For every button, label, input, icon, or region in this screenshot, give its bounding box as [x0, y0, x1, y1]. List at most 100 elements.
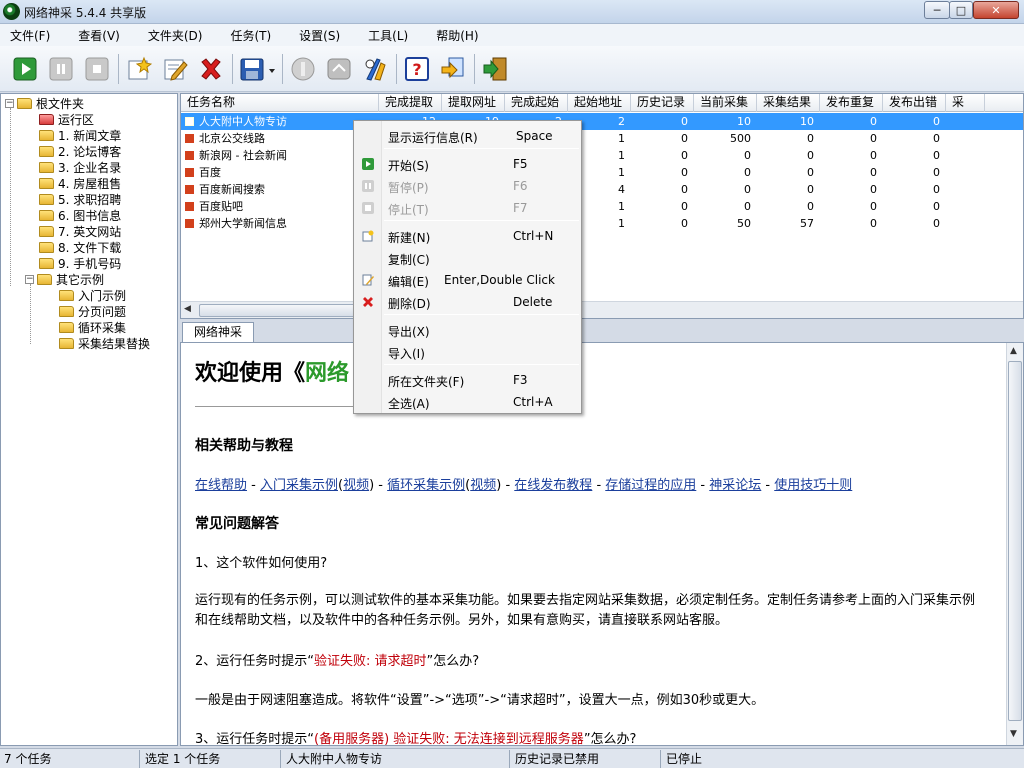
link-intro-example[interactable]: 入门采集示例 — [260, 478, 338, 493]
menu-settings[interactable]: 设置(S) — [295, 27, 344, 44]
column-header[interactable]: 提取网址 — [442, 94, 505, 112]
link-video[interactable]: 视频 — [470, 478, 496, 493]
export-button[interactable] — [324, 54, 354, 84]
scroll-thumb[interactable] — [1008, 361, 1022, 721]
start-button[interactable] — [10, 54, 40, 84]
context-menu-item[interactable]: 导入(I) — [356, 341, 579, 363]
minimize-button[interactable]: ─ — [924, 1, 950, 19]
collapse-icon[interactable]: − — [25, 274, 34, 284]
wizard-button[interactable] — [438, 54, 468, 84]
table-row[interactable]: 北京公交线路 1 0 500 0 0 0 — [181, 130, 1023, 147]
exit-button[interactable] — [480, 54, 510, 84]
column-header[interactable]: 起始地址 — [568, 94, 631, 112]
tree-item[interactable]: 1. 新闻文章 — [39, 127, 121, 143]
table-cell: 0 — [807, 166, 814, 179]
link-video[interactable]: 视频 — [343, 478, 369, 493]
table-cell: 0 — [933, 115, 940, 128]
context-menu-item[interactable]: 暂停(P) F6 — [356, 175, 579, 197]
link-publish-tutorial[interactable]: 在线发布教程 — [514, 478, 592, 493]
delete-task-button[interactable] — [196, 54, 226, 84]
menu-help[interactable]: 帮助(H) — [432, 27, 482, 44]
column-header[interactable]: 历史记录 — [631, 94, 694, 112]
context-menu-item[interactable]: 所在文件夹(F) F3 — [356, 369, 579, 391]
context-menu-item[interactable]: 导出(X) — [356, 319, 579, 341]
tree-item-label: 入门示例 — [78, 288, 127, 303]
tree-item[interactable]: 9. 手机号码 — [39, 255, 121, 271]
table-cell: 0 — [744, 166, 751, 179]
menu-view[interactable]: 查看(V) — [74, 27, 124, 44]
edit-task-icon — [164, 59, 188, 81]
stop-button[interactable] — [82, 54, 112, 84]
link-loop-example[interactable]: 循环采集示例 — [387, 478, 465, 493]
tree-item-label: 4. 房屋租售 — [58, 176, 122, 191]
menu-tools[interactable]: 工具(L) — [364, 27, 412, 44]
help-button[interactable]: ? — [402, 54, 432, 84]
link-tips[interactable]: 使用技巧十则 — [774, 478, 852, 493]
maximize-button[interactable]: □ — [949, 1, 973, 19]
tree-item-other[interactable]: − 其它示例 — [25, 271, 104, 287]
tree-item[interactable]: 8. 文件下载 — [39, 239, 121, 255]
scroll-down-icon[interactable]: ▼ — [1010, 729, 1017, 739]
table-cell: 0 — [933, 200, 940, 213]
tab-browser[interactable]: 网络神采 — [182, 322, 254, 343]
table-row[interactable]: 百度新闻搜索 4 0 0 0 0 0 — [181, 181, 1023, 198]
tree-item[interactable]: 5. 求职招聘 — [39, 191, 121, 207]
tree-item[interactable]: 采集结果替换 — [59, 335, 150, 351]
save-button[interactable] — [238, 54, 278, 84]
link-online-help[interactable]: 在线帮助 — [195, 478, 247, 493]
table-row[interactable]: 百度 1 0 0 0 0 0 — [181, 164, 1023, 181]
tree-item-label: 3. 企业名录 — [58, 160, 122, 175]
column-header[interactable]: 完成提取 — [379, 94, 442, 112]
tree-item[interactable]: 4. 房屋租售 — [39, 175, 121, 191]
context-menu-item[interactable]: 停止(T) F7 — [356, 197, 579, 219]
edit-task-button[interactable] — [160, 54, 190, 84]
horizontal-scrollbar[interactable]: ◀ — [181, 301, 1023, 318]
task-name: 人大附中人物专访 — [199, 115, 287, 128]
new-task-button[interactable] — [124, 54, 154, 84]
tools-button[interactable] — [360, 54, 390, 84]
column-header[interactable]: 完成起始 — [505, 94, 568, 112]
link-stored-procedure[interactable]: 存储过程的应用 — [605, 478, 696, 493]
close-button[interactable]: ✕ — [973, 1, 1019, 19]
table-row[interactable]: 新浪网 - 社会新闻 1 0 0 0 0 0 — [181, 147, 1023, 164]
tree-root[interactable]: − 根文件夹 — [5, 95, 84, 111]
context-menu-item[interactable]: 开始(S) F5 — [356, 153, 579, 175]
column-header[interactable]: 发布重复 — [820, 94, 883, 112]
tree-item[interactable]: 入门示例 — [59, 287, 126, 303]
column-header[interactable]: 采集结果 — [757, 94, 820, 112]
context-menu-item[interactable]: 复制(C) — [356, 247, 579, 269]
context-menu-item[interactable]: 全选(A) Ctrl+A — [356, 391, 579, 413]
vertical-scrollbar[interactable]: ▲ ▼ — [1006, 343, 1023, 745]
context-menu-item[interactable]: 新建(N) Ctrl+N — [356, 225, 579, 247]
folder-icon — [59, 337, 74, 349]
tree-item-running[interactable]: 运行区 — [39, 111, 94, 127]
menu-file[interactable]: 文件(F) — [6, 27, 54, 44]
tree-item[interactable]: 7. 英文网站 — [39, 223, 121, 239]
context-menu-item[interactable]: 编辑(E) Enter,Double Click — [356, 269, 579, 291]
context-menu-item[interactable]: 显示运行信息(R) Space — [356, 125, 579, 147]
menu-task[interactable]: 任务(T) — [226, 27, 275, 44]
folder-icon — [59, 305, 74, 317]
link-forum[interactable]: 神采论坛 — [709, 478, 761, 493]
scroll-up-icon[interactable]: ▲ — [1010, 346, 1017, 356]
q3-suffix: ”怎么办? — [583, 732, 637, 746]
tree-item[interactable]: 分页问题 — [59, 303, 126, 319]
tree-item[interactable]: 循环采集 — [59, 319, 126, 335]
column-header[interactable]: 当前采集 — [694, 94, 757, 112]
table-row[interactable]: 人大附中人物专访1219220101000 — [181, 113, 1023, 130]
table-row[interactable]: 百度贴吧 1 0 0 0 0 0 — [181, 198, 1023, 215]
pause-button[interactable] — [46, 54, 76, 84]
table-row[interactable]: 郑州大学新闻信息 1 0 50 57 0 0 — [181, 215, 1023, 232]
tree-item[interactable]: 2. 论坛博客 — [39, 143, 121, 159]
collapse-icon[interactable]: − — [5, 98, 14, 108]
scroll-left-icon[interactable]: ◀ — [184, 304, 191, 314]
menu-folder[interactable]: 文件夹(D) — [144, 27, 207, 44]
faq-answer-2: 一般是由于网速阻塞造成。将软件“设置”->“选项”->“请求超时”，设置大一点，… — [195, 693, 765, 708]
publish-button[interactable] — [288, 54, 318, 84]
tree-item[interactable]: 3. 企业名录 — [39, 159, 121, 175]
context-menu-item[interactable]: 删除(D) Delete — [356, 291, 579, 313]
tree-item[interactable]: 6. 图书信息 — [39, 207, 121, 223]
column-header[interactable]: 采 — [946, 94, 985, 112]
column-header[interactable]: 发布出错 — [883, 94, 946, 112]
column-header[interactable]: 任务名称 — [181, 94, 379, 112]
